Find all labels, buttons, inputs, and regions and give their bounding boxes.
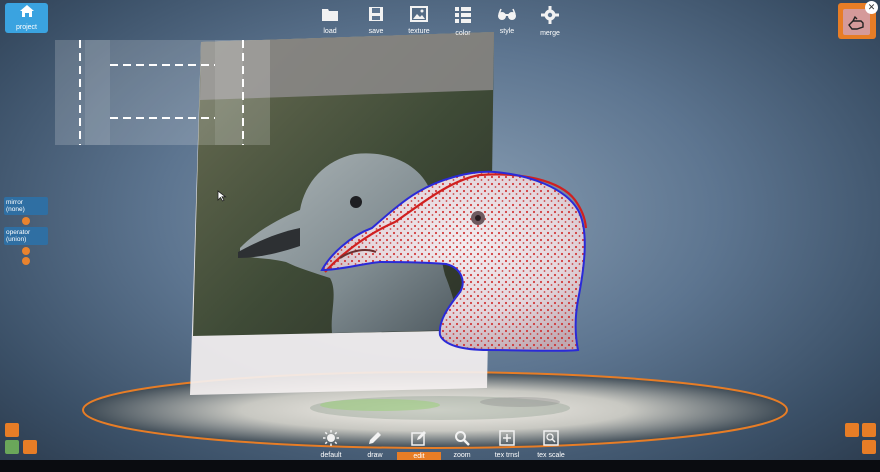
operator-control[interactable]: operator (union)	[4, 227, 48, 265]
bottom-strip	[0, 460, 880, 472]
style-label: style	[499, 28, 515, 35]
corner-button-3[interactable]	[23, 440, 37, 454]
tex-scale-button[interactable]: tex scale	[529, 430, 573, 459]
default-button[interactable]: default	[309, 430, 353, 459]
list-icon	[455, 7, 471, 23]
draw-label: draw	[367, 452, 383, 459]
color-button[interactable]: color	[443, 6, 483, 37]
draw-button[interactable]: draw	[353, 430, 397, 459]
zoom-label: zoom	[453, 452, 471, 459]
project-button[interactable]: project	[5, 3, 48, 33]
home-icon	[19, 5, 34, 17]
style-button[interactable]: style	[487, 6, 527, 35]
corner-button-1[interactable]	[5, 423, 19, 437]
corner-button-4[interactable]	[845, 423, 859, 437]
glasses-icon	[498, 8, 516, 20]
mirror-control[interactable]: mirror (none)	[4, 197, 48, 225]
edit-button[interactable]: edit	[397, 430, 441, 461]
load-button[interactable]: load	[310, 6, 350, 35]
merge-label: merge	[540, 30, 560, 37]
sun-icon	[323, 430, 339, 446]
project-label: project	[15, 24, 37, 31]
operator-label: operator (union)	[4, 227, 48, 245]
texture-label: texture	[408, 28, 430, 35]
overlay-guides	[79, 40, 244, 145]
folder-icon	[322, 9, 338, 21]
operator-slider-handle-2[interactable]	[22, 257, 30, 265]
image-icon	[410, 6, 428, 22]
zoom-button[interactable]: zoom	[440, 430, 484, 459]
zoom-icon	[455, 431, 470, 446]
tex-trnsl-label: tex trnsl	[494, 452, 520, 459]
corner-button-2[interactable]	[5, 440, 19, 454]
operator-slider-handle-1[interactable]	[22, 247, 30, 255]
merge-button[interactable]: merge	[530, 6, 570, 37]
corner-button-5[interactable]	[862, 423, 876, 437]
mirror-slider-handle[interactable]	[22, 217, 30, 225]
mouse-cursor-icon	[217, 190, 227, 202]
hand-icon	[843, 9, 870, 35]
tex-scale-label: tex scale	[537, 452, 565, 459]
save-icon	[369, 7, 383, 21]
zoom-box-icon	[543, 430, 559, 446]
default-label: default	[320, 452, 342, 459]
load-label: load	[323, 28, 337, 35]
tex-trnsl-button[interactable]: tex trnsl	[485, 430, 529, 459]
save-label: save	[368, 28, 384, 35]
gear-icon	[541, 6, 559, 24]
pencil-icon	[369, 432, 381, 444]
mirror-label: mirror (none)	[4, 197, 48, 215]
close-icon[interactable]: ✕	[865, 1, 878, 14]
hand-tool-button[interactable]: ✕	[838, 1, 878, 39]
plus-box-icon	[499, 430, 515, 446]
edit-icon	[411, 431, 426, 446]
save-button[interactable]: save	[356, 6, 396, 35]
overlay-panel	[55, 40, 270, 145]
color-label: color	[455, 30, 471, 37]
corner-button-6[interactable]	[862, 440, 876, 454]
texture-button[interactable]: texture	[399, 6, 439, 35]
